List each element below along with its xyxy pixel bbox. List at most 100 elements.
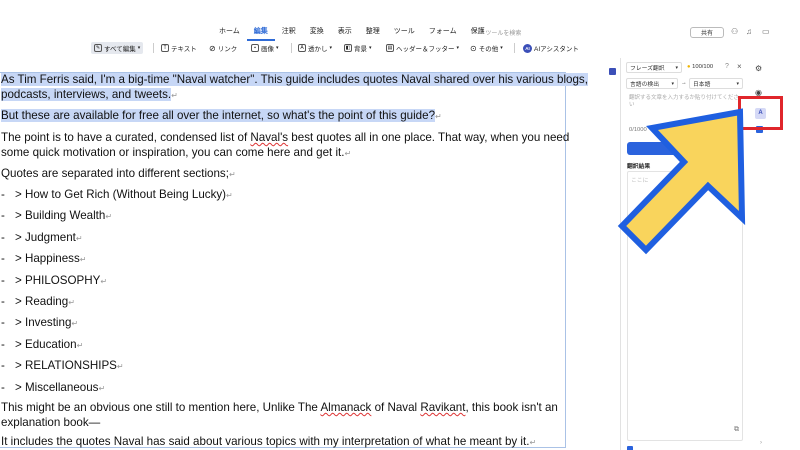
share-button[interactable]: 共有 <box>690 27 724 38</box>
paragraph-mark: ↵ <box>529 438 537 447</box>
translation-panel: フレーズ翻訳 ▾ ● 100/100 ? × 言語の検出 ▾ → 日本語 ▾ 翻… <box>620 58 748 450</box>
account-icon[interactable]: ⚇ <box>731 27 738 36</box>
section-list-item[interactable]: - > Judgment↵ <box>1 230 83 246</box>
layout-icon[interactable]: ▭ <box>762 27 770 36</box>
p5-line-2: explanation book— <box>1 416 101 429</box>
image-label: 画像 <box>261 46 274 53</box>
edit-all-label: すべて編集 <box>104 46 136 53</box>
translation-mode-value: フレーズ翻訳 <box>630 66 665 72</box>
section-list-item[interactable]: - > RELATIONSHIPS↵ <box>1 358 124 374</box>
paragraph-5[interactable]: This might be an obvious one still to me… <box>1 400 558 415</box>
watermark-icon: A <box>298 44 306 52</box>
link-icon: ⊘ <box>209 43 216 53</box>
p4-text: Quotes are separated into different sect… <box>1 167 229 180</box>
source-language-value: 言語の検出 <box>630 82 659 88</box>
bullet-dash: - <box>1 380 5 394</box>
section-list-item[interactable]: - > Education↵ <box>1 337 83 353</box>
translation-input[interactable]: 翻訳する文章を入力するか貼り付けてください <box>629 95 739 109</box>
top-menubar: ホーム 編集 注釈 変換 表示 整理 ツール フォーム 保護 ⌕ ツールを検索 共有 ⚇ ♫ ▭ <box>0 0 800 41</box>
paragraph-4[interactable]: Quotes are separated into different sect… <box>1 166 236 182</box>
p3-line-2: some quick motivation or inspiration, yo… <box>1 146 345 159</box>
toolbar-divider <box>514 43 515 53</box>
section-label: > RELATIONSHIPS <box>15 359 117 373</box>
section-label: > Building Wealth <box>15 209 106 223</box>
search-icon: ⌕ <box>479 28 483 35</box>
chevron-down-icon: ▾ <box>675 64 678 71</box>
target-language-select[interactable]: 日本語 ▾ <box>689 78 743 89</box>
text-button[interactable]: T テキスト <box>161 42 197 54</box>
ai-assistant-icon: AI <box>523 43 532 53</box>
section-label: > PHILOSOPHY <box>15 273 101 287</box>
background-button[interactable]: ◧ 背景 ▾ <box>344 42 372 54</box>
p3-text-a: The point is to have a curated, condense… <box>1 131 251 144</box>
copy-icon[interactable]: ⧉ <box>734 426 739 434</box>
watermark-button[interactable]: A 透かし ▾ <box>298 42 332 54</box>
section-list-item[interactable]: - > PHILOSOPHY↵ <box>1 273 107 289</box>
red-highlight-box <box>738 96 783 130</box>
p6-text: It includes the quotes Naval has said ab… <box>1 435 530 448</box>
translation-mode-select[interactable]: フレーズ翻訳 ▾ <box>626 62 682 73</box>
paragraph-3b[interactable]: some quick motivation or inspiration, yo… <box>1 145 351 161</box>
arrow-right-icon[interactable]: → <box>681 80 687 86</box>
paragraph-1[interactable]: As Tim Ferris said, I'm a big-time "Nava… <box>1 72 588 87</box>
chevron-down-icon: ▾ <box>736 80 739 87</box>
bullet-dash: - <box>1 316 5 330</box>
section-list-item[interactable]: - > Reading↵ <box>1 294 75 310</box>
grid-settings-icon[interactable]: ⚙ <box>755 64 762 73</box>
translate-button[interactable] <box>627 142 743 155</box>
header-footer-button[interactable]: ▤ ヘッダー＆フッター ▾ <box>386 42 459 54</box>
translation-result-box[interactable]: ここに ⧉ <box>627 171 743 441</box>
source-language-select[interactable]: 言語の検出 ▾ <box>626 78 678 89</box>
ai-assistant-label: AIアシスタント <box>534 46 579 53</box>
bullet-dash: - <box>1 273 5 287</box>
section-label: > Happiness <box>15 252 80 266</box>
expand-arrow-icon[interactable]: › <box>760 440 762 446</box>
section-list-item[interactable]: - > Miscellaneous↵ <box>1 380 105 396</box>
ai-assistant-button[interactable]: AI AIアシスタント <box>523 42 579 54</box>
text-icon: T <box>161 44 169 52</box>
paragraph-1-line-2: podcasts, interviews, and tweets. <box>1 88 172 101</box>
keep-format-checkbox[interactable] <box>627 446 633 450</box>
bullet-dash: - <box>1 209 5 223</box>
close-icon[interactable]: × <box>737 62 742 71</box>
other-button[interactable]: ⊙ その他 ▾ <box>470 42 503 54</box>
notification-icon[interactable]: ♫ <box>746 27 752 36</box>
paragraph-1b[interactable]: podcasts, interviews, and tweets.↵ <box>1 87 178 103</box>
section-label: > How to Get Rich (Without Being Lucky) <box>15 188 227 201</box>
paragraph-5b[interactable]: explanation book— <box>1 415 100 430</box>
help-icon[interactable]: ? <box>725 63 729 70</box>
paragraph-mark: ↵ <box>116 362 124 372</box>
p5-misspelled-1: Almanack <box>320 401 372 414</box>
paragraph-mark: ↵ <box>228 170 236 179</box>
link-button[interactable]: ⊘ リンク <box>209 42 237 54</box>
bullet-dash: - <box>1 359 5 373</box>
text-label: テキスト <box>171 46 197 53</box>
search-placeholder: ツールを検索 <box>485 30 522 37</box>
edit-all-button[interactable]: ✎ すべて編集 ▾ <box>91 42 144 54</box>
paragraph-2[interactable]: But these are available for free all ove… <box>1 108 442 124</box>
p5-text-e: , this book isn't an <box>465 401 558 414</box>
page-indicator-icon[interactable] <box>609 68 616 75</box>
paragraph-mark: ↵ <box>171 91 178 100</box>
tool-search[interactable]: ⌕ ツールを検索 <box>479 26 589 38</box>
bullet-dash: - <box>1 230 5 244</box>
p3-misspelled: Naval's <box>250 131 289 144</box>
paragraph-mark: ↵ <box>75 233 83 243</box>
section-list-item[interactable]: - > How to Get Rich (Without Being Lucky)… <box>1 187 233 203</box>
section-list-item[interactable]: - > Happiness↵ <box>1 251 86 267</box>
paragraph-6[interactable]: It includes the quotes Naval has said ab… <box>1 434 536 450</box>
paragraph-mark: ↵ <box>435 112 442 121</box>
image-button[interactable]: ▪ 画像 ▾ <box>251 42 279 54</box>
section-list-item[interactable]: - > Investing↵ <box>1 315 78 331</box>
section-label: > Miscellaneous <box>15 380 99 394</box>
link-label: リンク <box>217 46 238 53</box>
section-list-item[interactable]: - > Building Wealth↵ <box>1 208 112 224</box>
paragraph-mark: ↵ <box>226 191 233 200</box>
paragraph-mark: ↵ <box>76 340 84 350</box>
p5-text-c: of Naval <box>371 401 421 414</box>
p3-text-c: best quotes all in one place. That way, … <box>288 131 570 144</box>
section-label: > Investing <box>15 316 72 330</box>
bullet-dash: - <box>1 295 5 308</box>
paragraph-3[interactable]: The point is to have a curated, condense… <box>1 130 569 145</box>
bullet-dash: - <box>1 252 5 266</box>
